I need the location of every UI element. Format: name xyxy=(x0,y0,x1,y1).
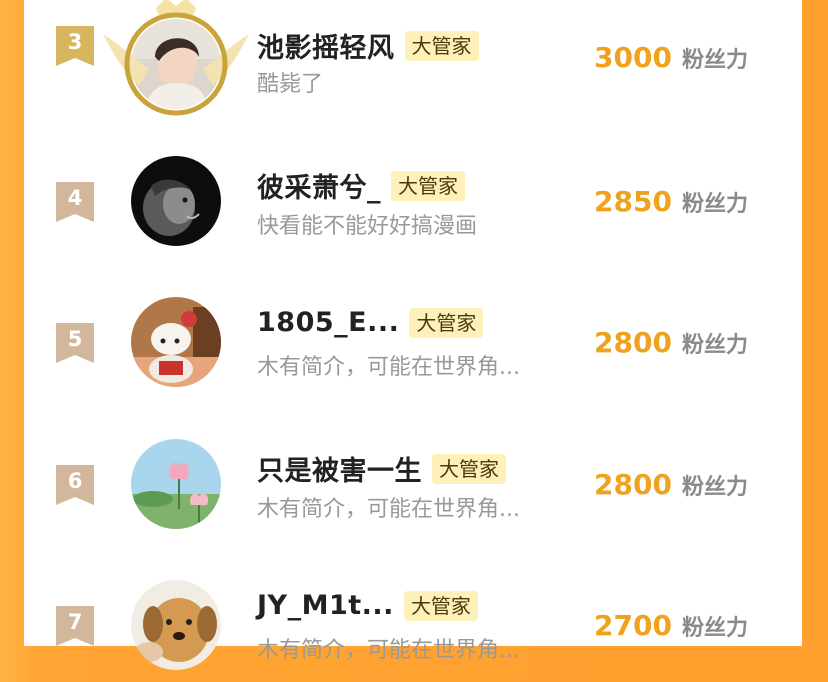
fan-power: 2800 粉丝力 xyxy=(594,468,748,501)
rank-ribbon: 4 xyxy=(56,182,94,222)
avatar-wrap[interactable] xyxy=(131,297,221,387)
user-name[interactable]: 只是被害一生 xyxy=(257,449,422,488)
rank-ribbon: 6 xyxy=(56,465,94,505)
rank-number: 4 xyxy=(67,186,83,210)
avatar xyxy=(131,439,221,529)
crown-frame-icon xyxy=(103,0,249,116)
fan-power-unit: 粉丝力 xyxy=(681,475,748,500)
user-bio: 快看能不能好好搞漫画 xyxy=(257,214,478,239)
avatar-with-crown[interactable] xyxy=(103,0,249,116)
ranking-row[interactable]: 6 只是被害一生 大管家 木有简介，可能在世界角... 2800 粉丝力 xyxy=(24,411,802,541)
rank-ribbon: 5 xyxy=(56,323,94,363)
user-name[interactable]: JY_M1t... xyxy=(257,590,394,621)
name-line: JY_M1t... 大管家 xyxy=(257,590,478,621)
fan-power-unit: 粉丝力 xyxy=(681,333,748,358)
user-name[interactable]: 1805_E... xyxy=(257,307,399,338)
avatar xyxy=(131,580,221,670)
rank-ribbon: 7 xyxy=(56,606,94,646)
ranking-row[interactable]: 5 1805_E... 大管家 木有简介，可能在世界角... 2800 粉丝力 xyxy=(24,269,802,399)
avatar-wrap[interactable] xyxy=(131,439,221,529)
fan-power-value: 2800 xyxy=(594,326,672,359)
fan-power-value: 2700 xyxy=(594,609,672,642)
rank-ribbon: 3 xyxy=(56,26,94,66)
name-line: 彼采萧兮_ 大管家 xyxy=(257,166,465,205)
name-line: 1805_E... 大管家 xyxy=(257,307,484,338)
ranking-row[interactable]: 7 JY_M1t... 大管家 木有简介，可能在世界角... 2700 粉丝力 xyxy=(24,552,802,682)
user-name[interactable]: 彼采萧兮_ xyxy=(257,166,381,205)
role-badge: 大管家 xyxy=(403,590,478,621)
role-badge: 大管家 xyxy=(409,307,484,338)
role-badge: 大管家 xyxy=(391,170,465,201)
user-bio: 酷毙了 xyxy=(257,72,324,97)
fan-power-value: 3000 xyxy=(594,41,672,74)
user-bio: 木有简介，可能在世界角... xyxy=(257,497,520,522)
role-badge: 大管家 xyxy=(432,453,506,484)
fan-power-value: 2850 xyxy=(594,185,672,218)
rank-number: 6 xyxy=(67,469,83,493)
avatar xyxy=(131,297,221,387)
rank-number: 7 xyxy=(67,610,83,634)
name-line: 只是被害一生 大管家 xyxy=(257,449,506,488)
fan-power: 3000 粉丝力 xyxy=(594,41,748,74)
user-bio: 木有简介，可能在世界角... xyxy=(257,638,520,663)
name-line: 池影摇轻风 大管家 xyxy=(257,26,479,65)
fan-power: 2700 粉丝力 xyxy=(594,609,748,642)
role-badge: 大管家 xyxy=(404,30,479,61)
fan-power: 2800 粉丝力 xyxy=(594,326,748,359)
rank-number: 5 xyxy=(67,327,83,351)
fan-power: 2850 粉丝力 xyxy=(594,185,748,218)
fan-power-value: 2800 xyxy=(594,468,672,501)
fan-power-unit: 粉丝力 xyxy=(681,48,748,73)
fan-power-unit: 粉丝力 xyxy=(681,192,748,217)
ranking-row[interactable]: 3 池影摇轻风 大管家 酷毙了 3000 粉丝力 xyxy=(24,0,802,116)
rank-number: 3 xyxy=(67,30,83,54)
avatar xyxy=(131,156,221,246)
avatar-wrap[interactable] xyxy=(131,580,221,670)
user-name[interactable]: 池影摇轻风 xyxy=(257,26,395,65)
fan-ranking-panel: 3 池影摇轻风 大管家 酷毙了 3000 粉丝力 4 彼采萧兮_ 大管家 快看能… xyxy=(24,0,802,670)
avatar-wrap[interactable] xyxy=(131,156,221,246)
ranking-row[interactable]: 4 彼采萧兮_ 大管家 快看能不能好好搞漫画 2850 粉丝力 xyxy=(24,128,802,258)
fan-power-unit: 粉丝力 xyxy=(681,616,748,641)
user-bio: 木有简介，可能在世界角... xyxy=(257,355,520,380)
